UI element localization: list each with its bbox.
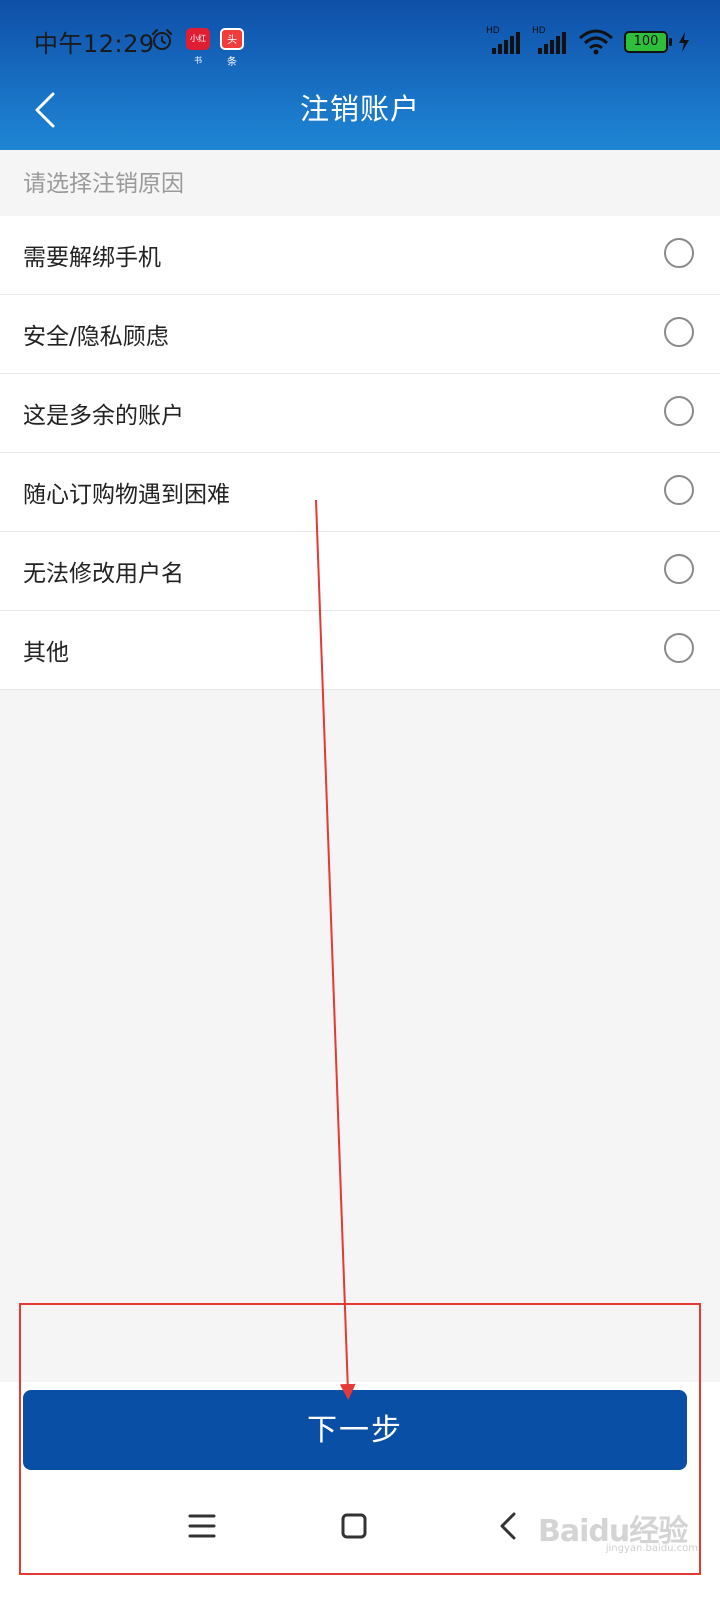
reason-item-unbind-phone[interactable]: 需要解绑手机 — [0, 216, 720, 295]
signal-2-icon: HD — [532, 26, 568, 56]
reason-item-privacy[interactable]: 安全/隐私顾虑 — [0, 295, 720, 374]
nav-home-button[interactable] — [332, 1504, 376, 1548]
home-square-icon — [341, 1513, 367, 1539]
reason-label: 这是多余的账户 — [23, 403, 184, 429]
reason-label: 其他 — [23, 640, 69, 666]
wifi-icon — [579, 29, 613, 55]
reason-item-cannot-change-username[interactable]: 无法修改用户名 — [0, 532, 720, 611]
reason-label: 随心订购物遇到困难 — [23, 482, 230, 508]
charging-icon — [679, 32, 689, 52]
watermark-subtext: jingyan.baidu.com — [605, 1543, 698, 1554]
xiaohongshu-badge-icon: 小红书 — [186, 28, 210, 65]
status-indicators: HD HD 100 — [486, 26, 690, 58]
nav-back-button[interactable] — [486, 1504, 530, 1548]
next-step-button[interactable]: 下一步 — [23, 1390, 687, 1470]
reason-list: 需要解绑手机 安全/隐私顾虑 这是多余的账户 随心订购物遇到困难 无法修改用户名… — [0, 216, 720, 690]
status-time: 中午12:29 — [34, 30, 155, 58]
app-header: 中午12:29 小红书 头条 HD HD 100 注销账户 — [0, 0, 720, 150]
section-caption: 请选择注销原因 — [23, 171, 184, 197]
reason-label: 无法修改用户名 — [23, 561, 184, 587]
radio-button[interactable] — [664, 396, 694, 426]
radio-button[interactable] — [664, 475, 694, 505]
nav-menu-button[interactable] — [180, 1504, 224, 1548]
radio-button[interactable] — [664, 238, 694, 268]
reason-label: 需要解绑手机 — [23, 245, 161, 271]
reason-item-shopping-difficulty[interactable]: 随心订购物遇到困难 — [0, 453, 720, 532]
reason-label: 安全/隐私顾虑 — [23, 324, 169, 350]
title-bar: 注销账户 — [0, 76, 720, 146]
battery-icon: 100 — [624, 31, 672, 53]
status-bar: 中午12:29 小红书 头条 HD HD 100 — [0, 18, 720, 68]
chevron-left-icon — [500, 1512, 516, 1540]
menu-icon — [188, 1514, 216, 1538]
reason-item-other[interactable]: 其他 — [0, 611, 720, 690]
radio-button[interactable] — [664, 554, 694, 584]
reason-item-redundant-account[interactable]: 这是多余的账户 — [0, 374, 720, 453]
baidu-watermark: Baidu经验 jingyan.baidu.com — [538, 1492, 698, 1554]
radio-button[interactable] — [664, 317, 694, 347]
alarm-icon — [152, 29, 172, 50]
signal-1-icon: HD — [486, 26, 522, 56]
toutiao-badge-icon: 头条 — [220, 28, 244, 68]
radio-button[interactable] — [664, 633, 694, 663]
page-title: 注销账户 — [299, 92, 420, 126]
